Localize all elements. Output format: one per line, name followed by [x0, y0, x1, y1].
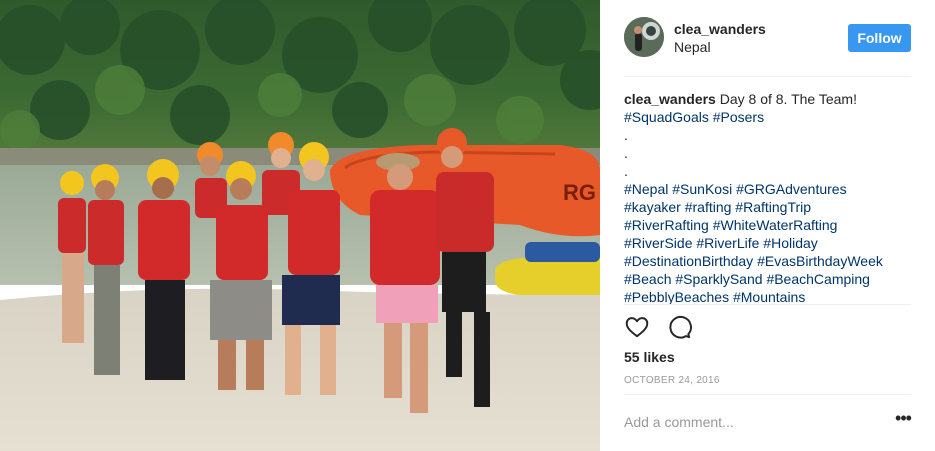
hashtag-link[interactable]: #RiverLife [696, 235, 759, 251]
likes-count[interactable]: 55 likes [624, 349, 675, 365]
caption-line: #RiverSide #RiverLife #Holiday [624, 234, 914, 252]
caption-first-line: clea_wanders Day 8 of 8. The Team! [624, 90, 914, 108]
hashtag-link[interactable]: #RiverRafting [624, 217, 709, 233]
caption-line: #DestinationBirthday #EvasBirthdayWeek [624, 252, 914, 270]
post-actions [624, 314, 692, 342]
hashtag-link[interactable]: #GRGAdventures [736, 181, 847, 197]
post-photo[interactable]: RG [0, 0, 600, 451]
post-caption: clea_wanders Day 8 of 8. The Team! #Squa… [624, 90, 914, 306]
hashtag-link[interactable]: #RiverSide [624, 235, 692, 251]
hashtag-link[interactable]: #SunKosi [672, 181, 732, 197]
hashtag-link[interactable]: #kayaker [624, 199, 681, 215]
post-date: OCTOBER 24, 2016 [624, 375, 720, 386]
comment-bubble-icon[interactable] [666, 314, 692, 340]
caption-hashtag-lines: #SquadGoals #Posers... #Nepal #SunKosi #G… [624, 108, 914, 306]
hashtag-link[interactable]: #rafting [685, 199, 732, 215]
group-photo-image: RG [0, 0, 600, 451]
hashtag-link[interactable]: #Posers [713, 109, 764, 125]
caption-divider [624, 304, 911, 305]
caption-dot: . [624, 163, 628, 179]
caption-line: #kayaker #rafting #RaftingTrip [624, 198, 914, 216]
hashtag-link[interactable]: #SquadGoals [624, 109, 709, 125]
caption-username[interactable]: clea_wanders [624, 91, 716, 107]
hashtag-link[interactable]: #SparklySand [675, 271, 762, 287]
hashtag-link[interactable]: #Beach [624, 271, 671, 287]
caption-line: #RiverRafting #WhiteWaterRafting [624, 216, 914, 234]
caption-text: Day 8 of 8. The Team! [715, 91, 857, 107]
hashtag-link[interactable]: #EvasBirthdayWeek [757, 253, 883, 269]
post-location[interactable]: Nepal [674, 39, 711, 55]
comment-divider [624, 394, 911, 395]
hashtag-link[interactable]: #DestinationBirthday [624, 253, 753, 269]
hashtag-link[interactable]: #WhiteWaterRafting [713, 217, 838, 233]
more-options-icon[interactable]: ••• [893, 409, 913, 431]
hashtag-link[interactable]: #PebblyBeaches [624, 289, 729, 305]
caption-dot: . [624, 145, 628, 161]
hashtag-link[interactable]: #Nepal [624, 181, 668, 197]
avatar[interactable] [624, 17, 664, 57]
post-username[interactable]: clea_wanders [674, 21, 766, 37]
caption-line: #Beach #SparklySand #BeachCamping [624, 270, 914, 288]
follow-button[interactable]: Follow [848, 24, 911, 52]
post-header: clea_wanders Nepal Follow [600, 0, 935, 77]
heart-icon[interactable] [624, 314, 650, 340]
hashtag-link[interactable]: #Holiday [763, 235, 817, 251]
caption-line: #SquadGoals #Posers [624, 108, 914, 126]
caption-line: . [624, 126, 914, 144]
comment-input[interactable] [624, 412, 886, 432]
hashtag-link[interactable]: #Mountains [733, 289, 805, 305]
hashtag-link[interactable]: #BeachCamping [766, 271, 870, 287]
caption-line: #Nepal #SunKosi #GRGAdventures [624, 180, 914, 198]
caption-line: . [624, 144, 914, 162]
header-divider [624, 76, 911, 77]
post-details-panel: clea_wanders Nepal Follow clea_wanders D… [600, 0, 935, 451]
hashtag-link[interactable]: #RaftingTrip [735, 199, 811, 215]
caption-line: . [624, 162, 914, 180]
caption-dot: . [624, 127, 628, 143]
raft-lettering: RG [563, 180, 596, 205]
